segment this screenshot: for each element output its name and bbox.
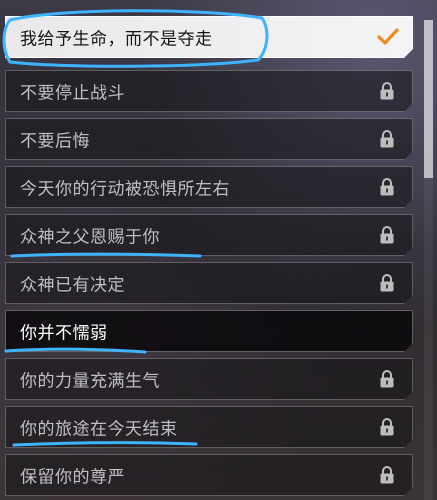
lock-icon [379, 274, 395, 293]
lock-icon [379, 178, 395, 197]
lock-icon [379, 82, 395, 101]
option-label: 众神已有决定 [20, 275, 125, 296]
option-row[interactable]: 你的旅途在今天结束 [5, 406, 413, 448]
option-row[interactable]: 众神已有决定 [5, 262, 413, 304]
option-row[interactable]: 不要后悔 [5, 118, 413, 160]
option-row[interactable]: 保留你的尊严 [5, 454, 413, 496]
option-row[interactable]: 今天你的行动被恐惧所左右 [5, 166, 413, 208]
option-label: 我给予生命，而不是夺走 [20, 29, 213, 50]
option-row[interactable]: 我给予生命，而不是夺走 [5, 16, 413, 58]
lock-icon [379, 130, 395, 149]
option-row[interactable]: 不要停止战斗 [5, 70, 413, 112]
scrollbar-track[interactable] [424, 20, 433, 500]
option-row[interactable]: 众神之父恩赐于你 [5, 214, 413, 256]
option-label: 你的旅途在今天结束 [20, 419, 178, 440]
option-label: 不要后悔 [20, 131, 90, 152]
option-row[interactable]: 你的力量充满生气 [5, 358, 413, 400]
lock-icon [379, 226, 395, 245]
lock-icon [379, 370, 395, 389]
option-row[interactable]: 你并不懦弱 [5, 310, 413, 352]
check-icon [376, 27, 400, 47]
option-label: 你的力量充满生气 [20, 371, 160, 392]
scrollbar-thumb[interactable] [424, 20, 433, 178]
lock-icon [379, 466, 395, 485]
lock-icon [379, 418, 395, 437]
option-label: 保留你的尊严 [20, 467, 125, 488]
quote-option-list: 我给予生命，而不是夺走 不要停止战斗 不要后悔 今天你的行动被恐惧所左右 众神之… [0, 0, 420, 500]
option-label: 你并不懦弱 [20, 323, 108, 344]
option-label: 今天你的行动被恐惧所左右 [20, 179, 230, 200]
option-label: 不要停止战斗 [20, 83, 125, 104]
option-label: 众神之父恩赐于你 [20, 227, 160, 248]
